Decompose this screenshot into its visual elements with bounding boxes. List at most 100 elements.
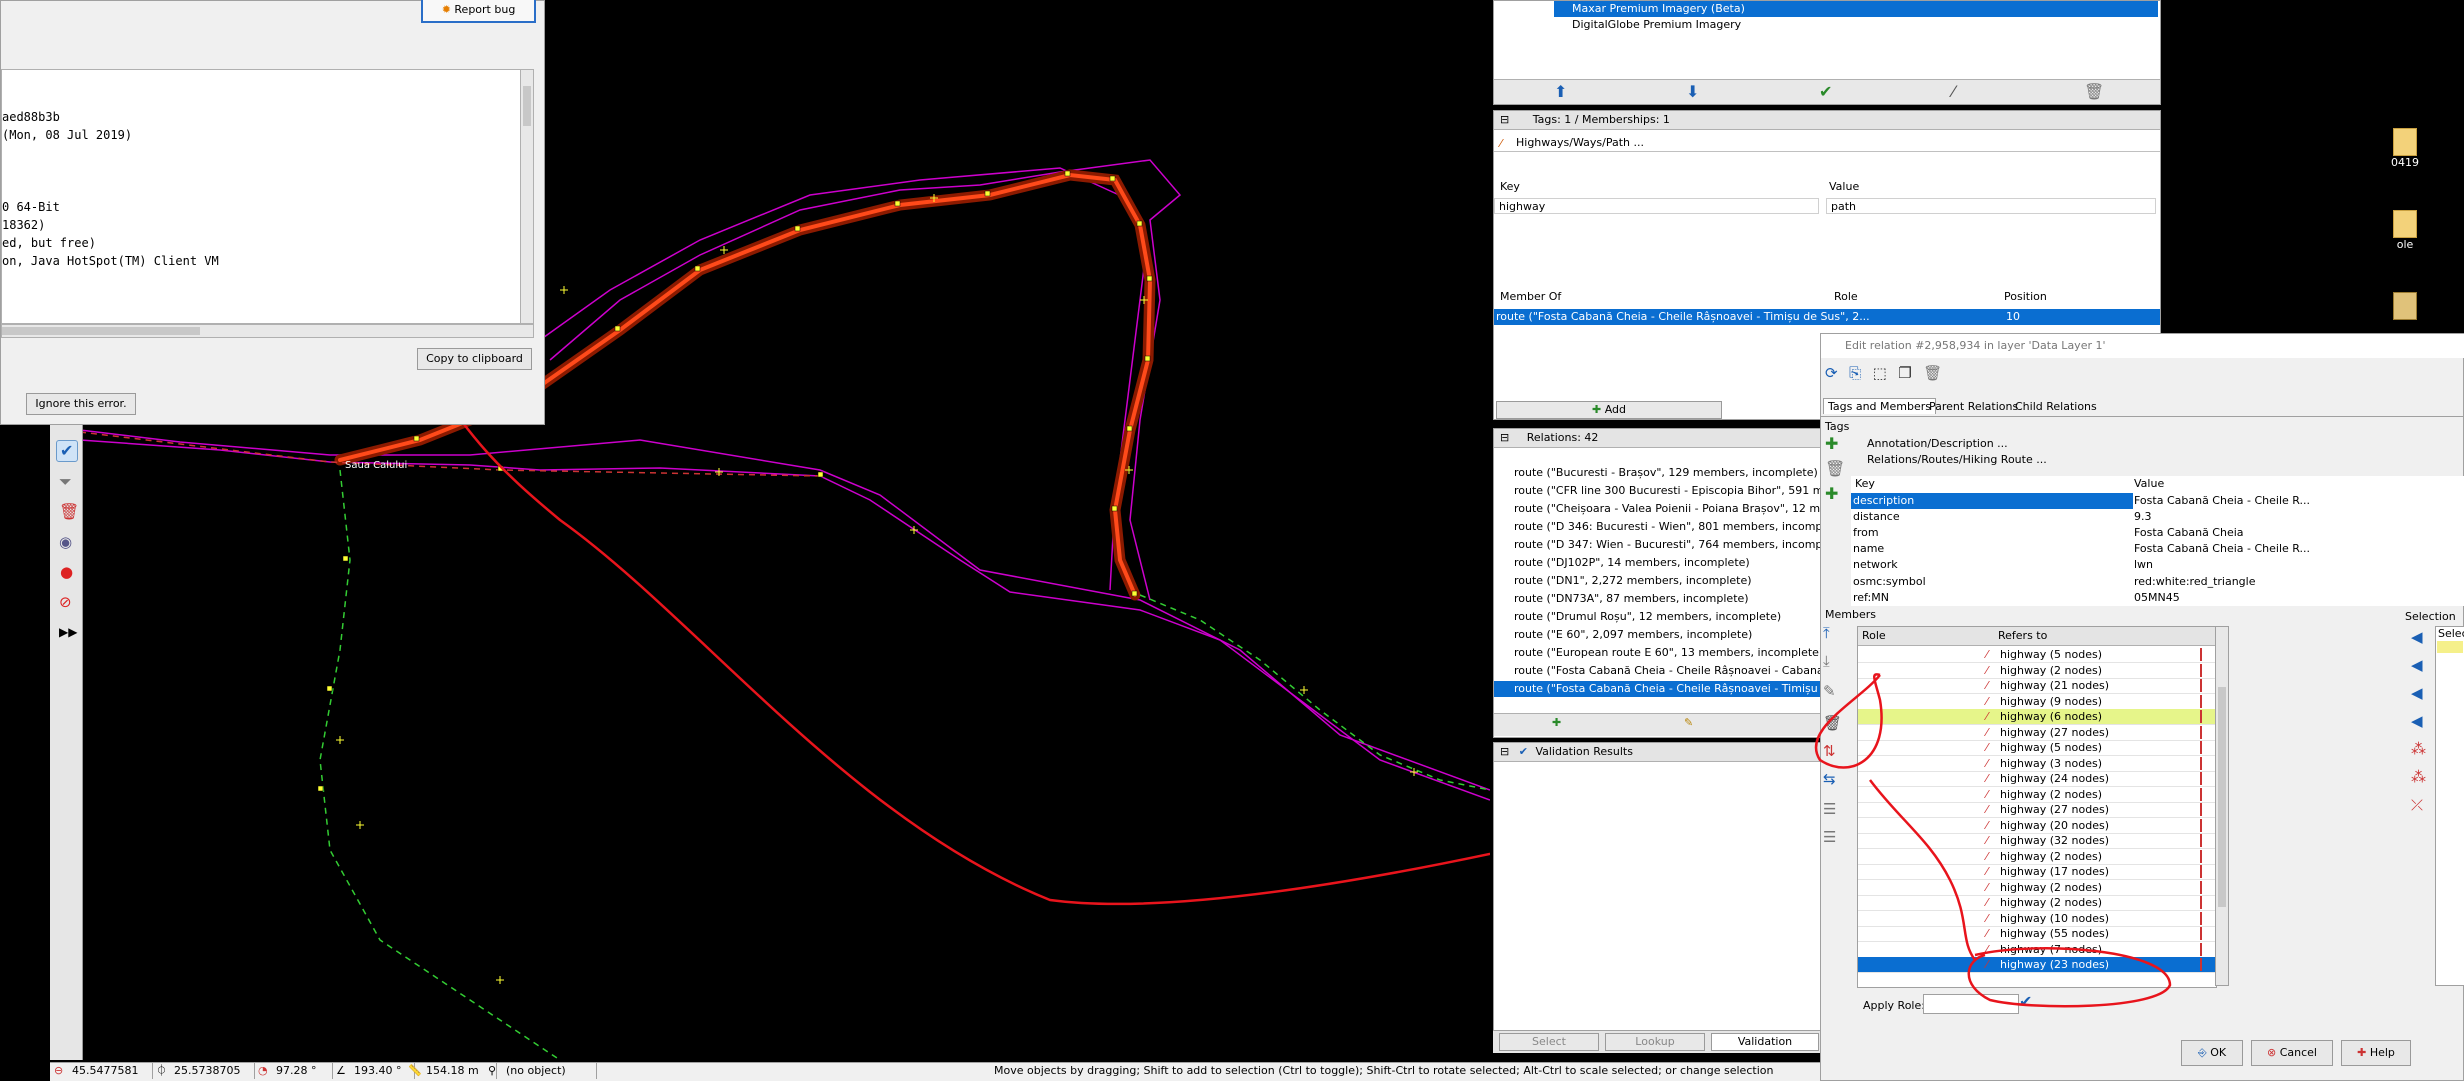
member-row[interactable]: ⁄ highway (27 nodes) (1858, 802, 2216, 818)
horizontal-scrollbar[interactable] (1, 324, 534, 338)
tag-value[interactable]: Fosta Cabană Cheia - Cheile R... (2134, 493, 2310, 509)
apply-role-check-icon[interactable]: ✔ (2019, 992, 2032, 1011)
desktop-icon[interactable] (2385, 292, 2425, 320)
ignore-error-button[interactable]: Ignore this error. (26, 393, 136, 415)
imagery-item[interactable]: DigitalGlobe Premium Imagery (1554, 17, 2160, 33)
tab-parent-relations[interactable]: Parent Relations (1925, 399, 2022, 414)
more-tools-icon[interactable]: ▶▶ (56, 622, 77, 642)
edit-member-icon[interactable]: ✎ (1823, 682, 1845, 700)
member-row[interactable]: ⁄ highway (2 nodes) (1858, 849, 2216, 865)
member-row[interactable]: ⁄ highway (2 nodes) (1858, 895, 2216, 911)
member-row[interactable]: ⁄ highway (17 nodes) (1858, 864, 2216, 880)
cancel-button[interactable]: ⊗ Cancel (2251, 1040, 2333, 1066)
add-selected-after-icon[interactable]: ◀ (2411, 684, 2433, 702)
apply-role-input[interactable] (1923, 994, 2019, 1014)
add-button[interactable]: ✚ Add (1496, 401, 1722, 419)
relation-item[interactable]: route ("Fosta Cabană Cheia - Cheile Râșn… (1494, 663, 1822, 679)
delete-tag-icon[interactable]: 🗑 (1825, 459, 1847, 478)
duplicate-icon[interactable]: ❐ (1898, 364, 1911, 382)
tab-select[interactable]: Select (1499, 1033, 1599, 1051)
tab-lookup[interactable]: Lookup (1605, 1033, 1705, 1051)
add-selected-before-icon[interactable]: ◀ (2411, 656, 2433, 674)
move-up-icon[interactable]: ⬆ (1554, 82, 1567, 101)
tag-key[interactable]: from (1853, 525, 1879, 541)
member-row[interactable]: ⁄ highway (21 nodes) (1858, 678, 2216, 694)
delete-icon[interactable]: 🗑 (56, 502, 79, 522)
relation-item[interactable]: route ("European route E 60", 13 members… (1494, 645, 1822, 661)
relation-item[interactable]: route ("D 347: Wien - Bucuresti", 764 me… (1494, 537, 1822, 553)
collapse-icon[interactable]: ⊟ (1494, 113, 1515, 126)
palette-icon[interactable]: ◉ (56, 532, 76, 552)
tag-key[interactable]: distance (1853, 509, 1900, 525)
member-row[interactable]: ⁄ highway (10 nodes) (1858, 911, 2216, 927)
member-row[interactable]: ⁄ highway (7 nodes) (1858, 942, 2216, 958)
tag-key[interactable]: name (1853, 541, 1884, 557)
sort-icon[interactable]: ⇅ (1823, 742, 1845, 760)
desktop-icon[interactable]: ole (2385, 210, 2425, 251)
relation-item[interactable]: route ("D 346: Bucuresti - Wien", 801 me… (1494, 519, 1822, 535)
add-selected-last-icon[interactable]: ◀ (2411, 712, 2433, 730)
membership-row[interactable]: route ("Fosta Cabană Cheia - Cheile Râșn… (1494, 309, 2160, 325)
member-row[interactable]: ⁄ highway (2 nodes) (1858, 663, 2216, 679)
member-row[interactable]: ⁄ highway (55 nodes) (1858, 926, 2216, 942)
collapse-icon[interactable]: ⊟ (1494, 745, 1515, 758)
member-row[interactable]: ⁄ highway (24 nodes) (1858, 771, 2216, 787)
activate-icon[interactable]: ✔ (1819, 82, 1832, 101)
member-row[interactable]: ⁄ highway (27 nodes) (1858, 725, 2216, 741)
member-row[interactable]: ⁄ highway (32 nodes) (1858, 833, 2216, 849)
report-bug-button[interactable]: ✹ Report bug (421, 0, 536, 23)
move-up-icon[interactable]: ⤒ (1823, 624, 1845, 642)
tag-key[interactable]: ref:MN (1853, 590, 1889, 606)
marker-icon[interactable]: ● (56, 562, 76, 582)
member-row[interactable]: ⁄ highway (5 nodes) (1858, 647, 2216, 663)
reverse-icon[interactable]: ⇆ (1823, 770, 1845, 788)
refresh-icon[interactable]: ⟳ (1825, 364, 1838, 382)
tag-value[interactable]: red:white:red_triangle (2134, 574, 2256, 590)
preset-hiking-route[interactable]: Relations/Routes/Hiking Route ... (1867, 453, 2047, 466)
relation-item[interactable]: route ("CFR line 300 Bucuresti - Episcop… (1494, 483, 1822, 499)
no-entry-icon[interactable]: ⊘ (56, 592, 76, 612)
member-row[interactable]: ⁄ highway (2 nodes) (1858, 787, 2216, 803)
desktop-icon[interactable]: 0419 (2385, 128, 2425, 169)
relation-item[interactable]: route ("DN1", 2,272 members, incomplete) (1494, 573, 1822, 589)
member-row[interactable]: ⁄ highway (6 nodes) (1858, 709, 2216, 725)
tag-key[interactable]: network (1853, 557, 1898, 573)
remove-from-relation-icon[interactable]: ⤫ (2411, 796, 2433, 814)
select-tool-icon[interactable]: ✔ (56, 440, 78, 462)
preset-annotation[interactable]: Annotation/Description ... (1867, 437, 2008, 450)
delete-relation-icon[interactable]: 🗑 (1923, 364, 1942, 382)
remove-selected-icon[interactable]: ⁂ (2411, 768, 2433, 786)
member-row[interactable]: ⁄ highway (3 nodes) (1858, 756, 2216, 772)
align-icon[interactable]: ☰ (1823, 800, 1845, 818)
imagery-item[interactable]: Maxar Premium Imagery (Beta) (1554, 1, 2158, 17)
tab-child-relations[interactable]: Child Relations (2011, 399, 2101, 414)
delete-layer-icon[interactable]: 🗑 (2084, 82, 2104, 101)
tab-tags-members[interactable]: Tags and Members (1823, 398, 1937, 414)
tag-value[interactable]: 05MN45 (2134, 590, 2180, 606)
tag-key[interactable]: description (1851, 493, 2133, 509)
align-bottom-icon[interactable]: ☰ (1823, 828, 1845, 846)
relation-item[interactable]: route ("DJ102P", 14 members, incomplete) (1494, 555, 1822, 571)
member-row[interactable]: ⁄ highway (5 nodes) (1858, 740, 2216, 756)
remove-member-icon[interactable]: 🗑 (1823, 714, 1845, 732)
move-down-icon[interactable]: ⬇ (1686, 82, 1699, 101)
tag-value[interactable]: path (1826, 198, 2156, 214)
copy-to-clipboard-button[interactable]: Copy to clipboard (417, 348, 532, 370)
tag-key[interactable]: highway (1494, 198, 1819, 214)
select-icon[interactable]: ⬚ (1873, 364, 1887, 382)
error-log-text[interactable]: aed88b3b (Mon, 08 Jul 2019) 0 64-Bit 183… (1, 69, 521, 324)
member-row[interactable]: ⁄ highway (23 nodes) (1858, 957, 2216, 973)
member-row[interactable]: ⁄ highway (20 nodes) (1858, 818, 2216, 834)
help-button[interactable]: ✚ Help (2341, 1040, 2411, 1066)
select-members-icon[interactable]: ✚ (1552, 716, 1561, 729)
relation-item[interactable]: route ("Bucuresti - Brașov", 129 members… (1494, 465, 1822, 481)
tag-value[interactable]: Fosta Cabană Cheia (2134, 525, 2244, 541)
tag-value[interactable]: lwn (2134, 557, 2153, 573)
members-scrollbar[interactable] (2215, 626, 2229, 986)
opacity-icon[interactable]: ⁄ (1952, 82, 1955, 101)
relation-item-selected[interactable]: route ("Fosta Cabană Cheia - Cheile Râșn… (1494, 681, 1822, 697)
member-row[interactable]: ⁄ highway (2 nodes) (1858, 880, 2216, 896)
relation-item[interactable]: route ("E 60", 2,097 members, incomplete… (1494, 627, 1822, 643)
collapse-icon[interactable]: ⊟ (1494, 431, 1515, 444)
tag-value[interactable]: 9.3 (2134, 509, 2152, 525)
